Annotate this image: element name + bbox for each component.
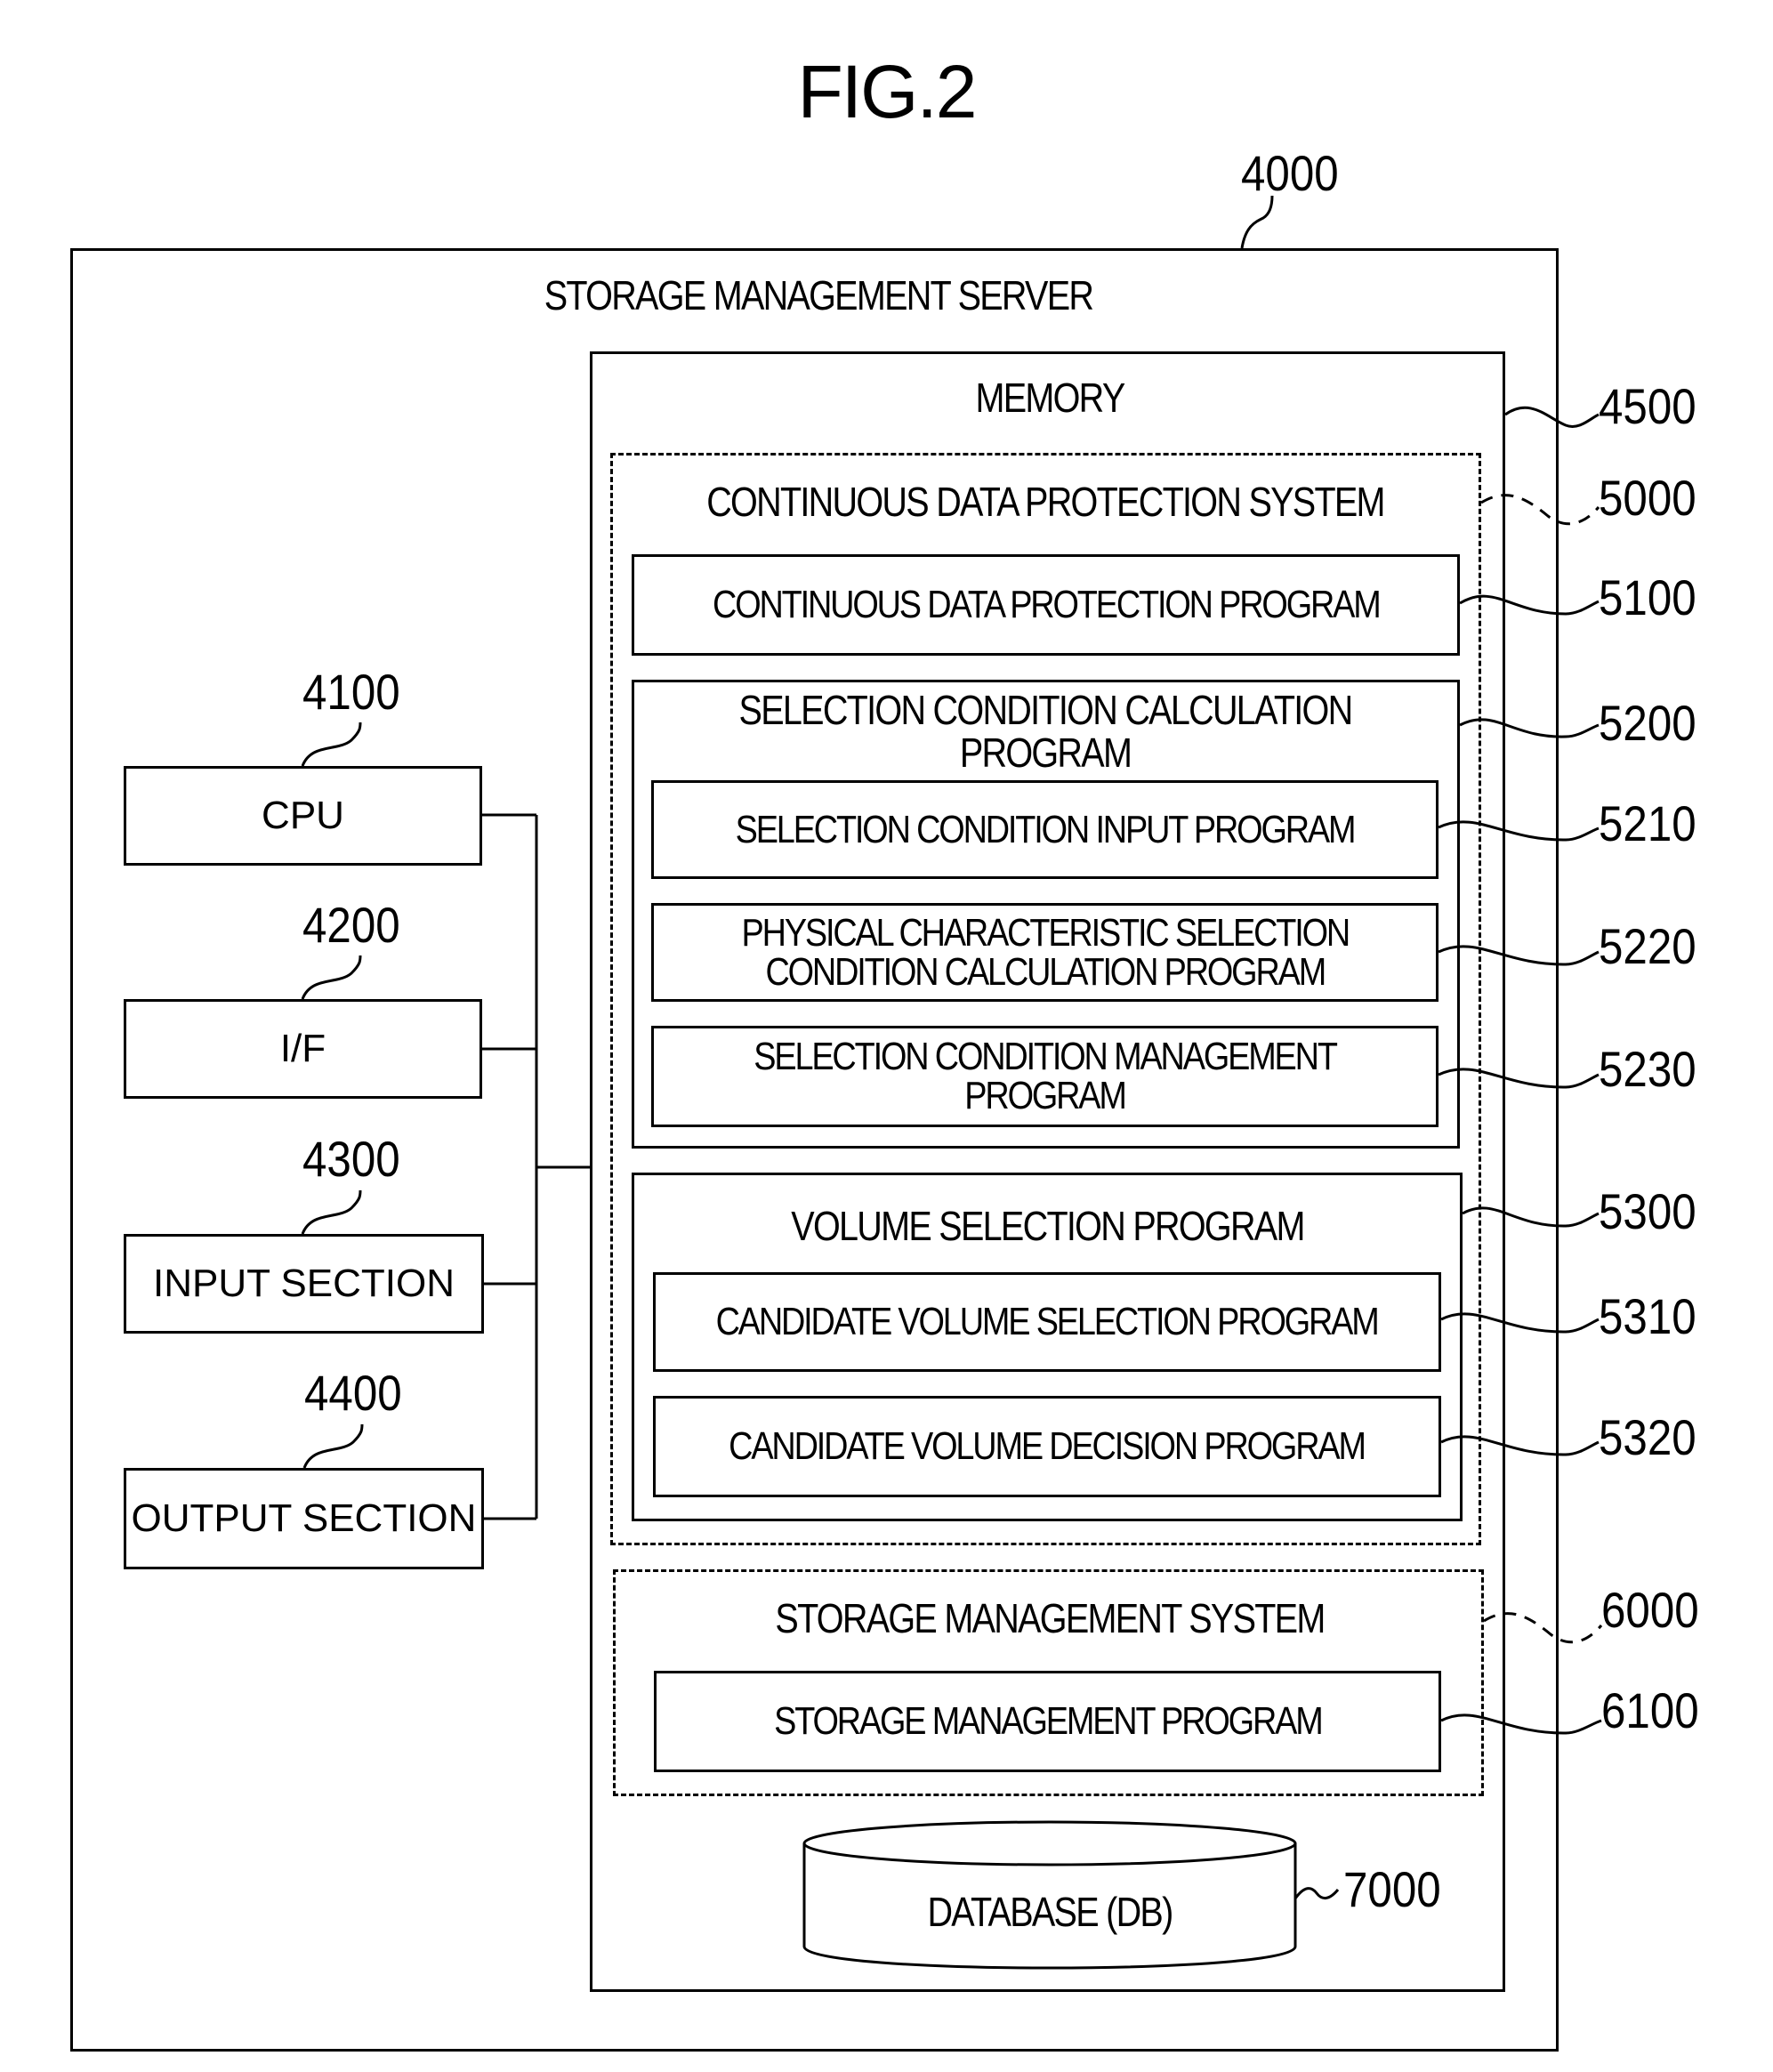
- database-top: [802, 1820, 1297, 1866]
- database-label: DATABASE (DB): [927, 1889, 1173, 1935]
- leader-7000: [1293, 1887, 1340, 1899]
- leader-5100: [1459, 594, 1600, 616]
- leader-5210: [1438, 820, 1600, 842]
- leader-5200: [1459, 718, 1600, 738]
- leader-6100: [1440, 1713, 1602, 1735]
- leader-5220: [1438, 945, 1600, 966]
- leader-5320: [1440, 1435, 1600, 1456]
- leader-5310: [1440, 1312, 1600, 1334]
- leader-6000: [1483, 1612, 1603, 1644]
- leader-4100: [301, 722, 362, 767]
- leader-5300: [1462, 1206, 1600, 1228]
- leader-4500: [1504, 406, 1600, 428]
- leader-4200: [301, 955, 362, 1000]
- leader-4000: [1240, 195, 1274, 249]
- ref-7000: 7000: [1343, 1861, 1441, 1917]
- leader-5230: [1438, 1068, 1600, 1089]
- connector-lines: [301, 195, 1603, 1970]
- leader-4400: [302, 1423, 364, 1469]
- leader-5000: [1480, 494, 1600, 526]
- leader-4300: [301, 1189, 362, 1235]
